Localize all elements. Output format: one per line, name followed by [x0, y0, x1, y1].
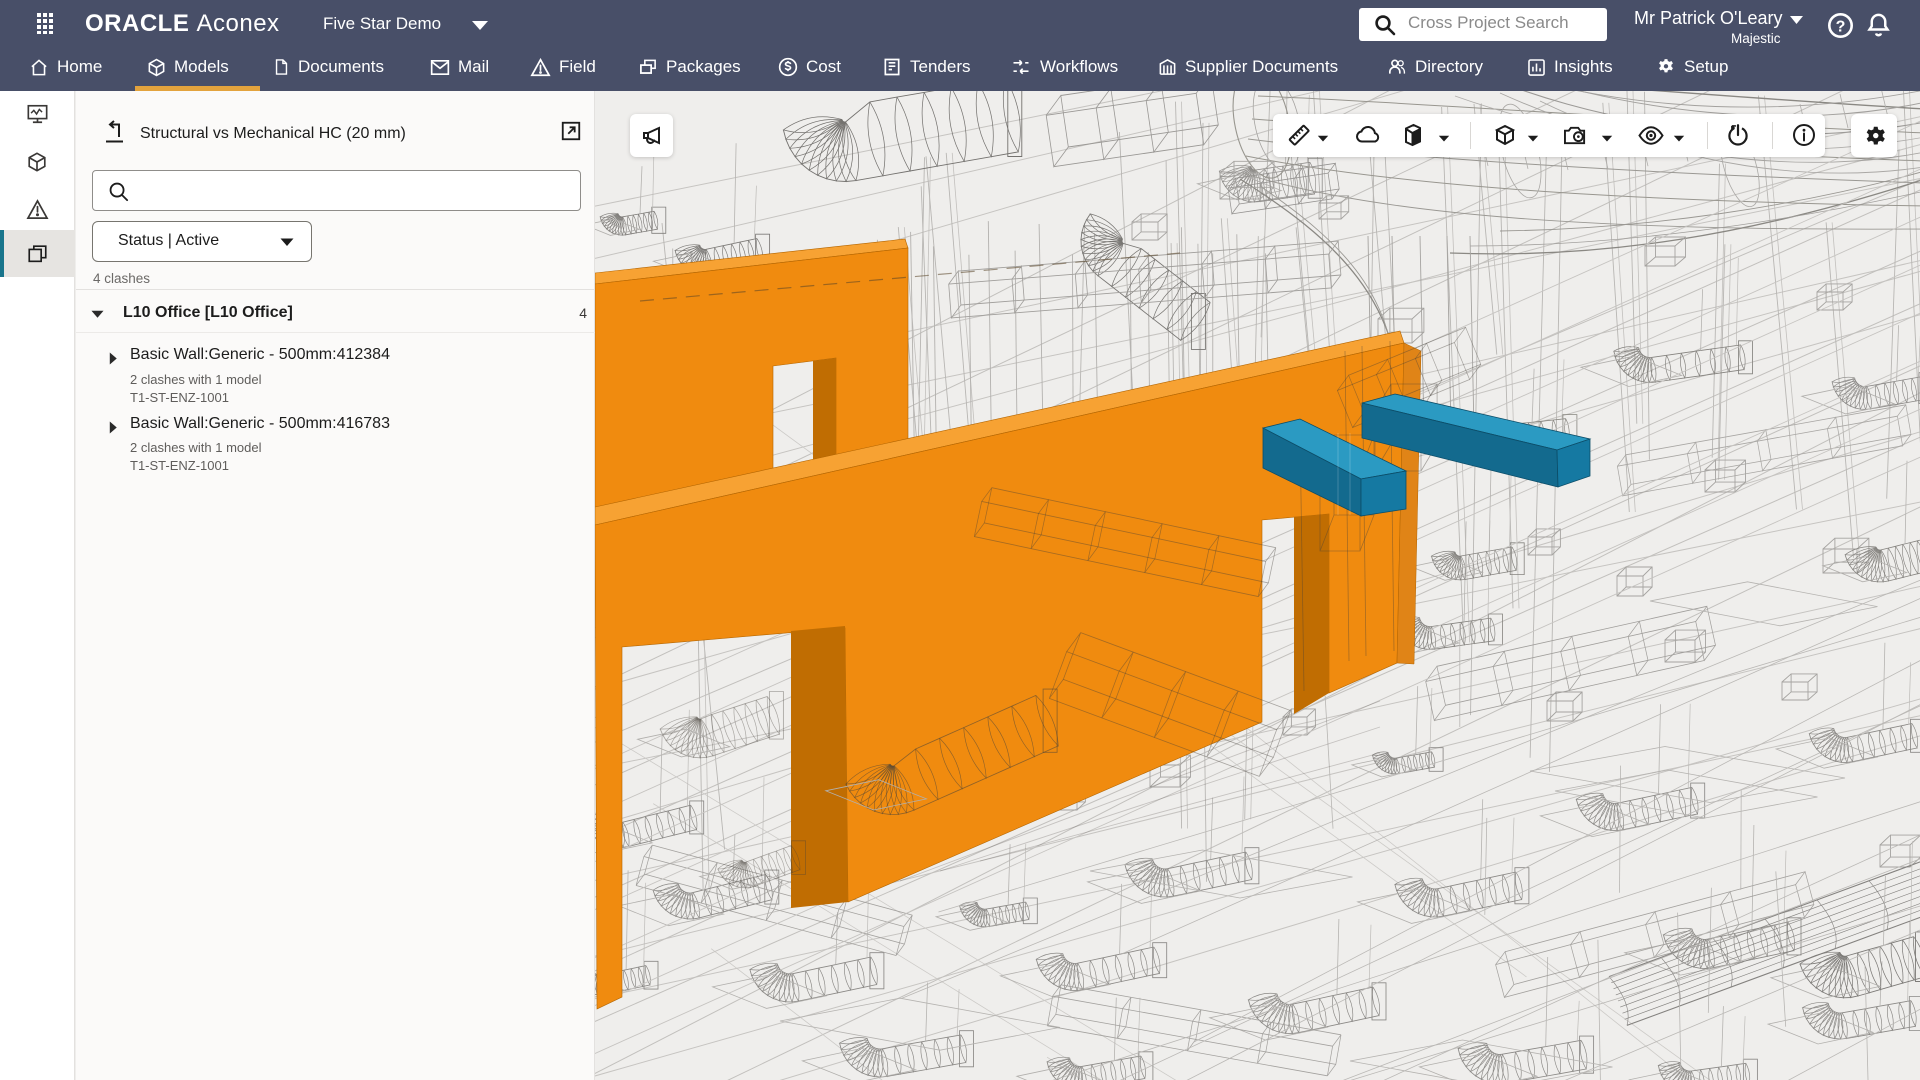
svg-text:?: ?: [1836, 19, 1846, 36]
